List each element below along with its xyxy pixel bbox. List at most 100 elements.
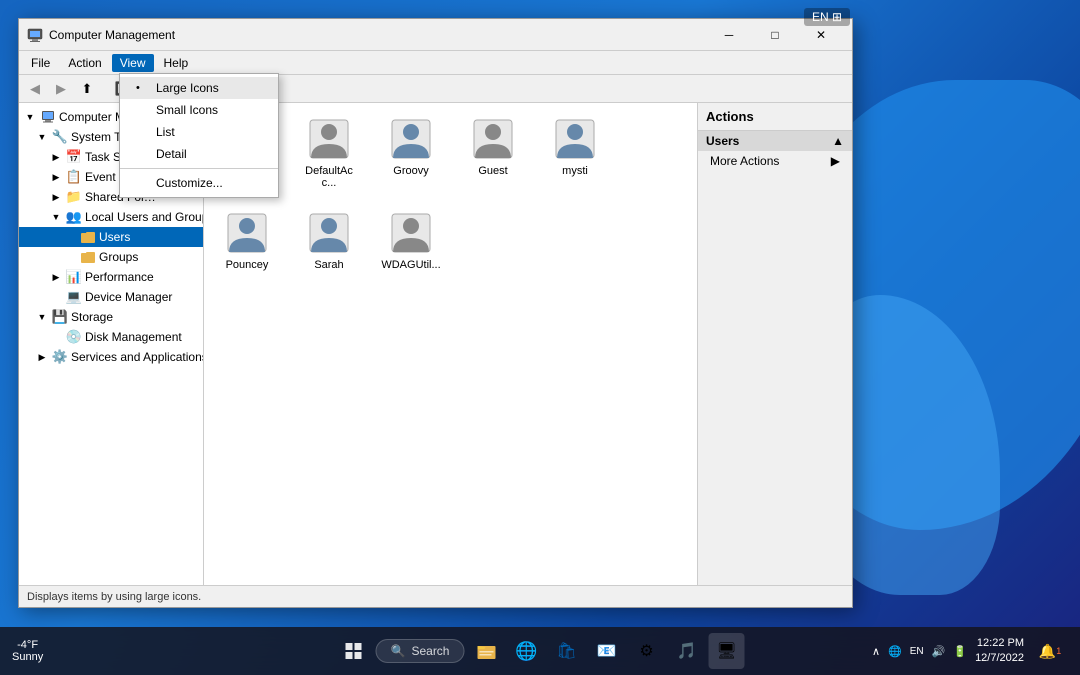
sidebar-label-performance: Performance: [85, 270, 154, 284]
view-list[interactable]: List: [120, 121, 278, 143]
sidebar-label-users: Users: [99, 230, 130, 244]
shared-folders-icon: 📁: [66, 189, 82, 205]
disk-management-icon: 💿: [66, 329, 82, 345]
user-label-default-account: DefaultAcc...: [298, 165, 360, 189]
task-scheduler-icon: 📅: [66, 149, 82, 165]
user-item-wdag[interactable]: WDAGUtil...: [376, 205, 446, 275]
user-icon-groovy: [387, 115, 435, 163]
window-title: Computer Management: [49, 28, 706, 42]
system-tools-icon: 🔧: [52, 129, 68, 145]
tray-volume-icon[interactable]: 🔊: [932, 645, 946, 658]
notification-button[interactable]: 🔔1: [1032, 633, 1068, 669]
sidebar-item-groups[interactable]: Groups: [19, 247, 203, 267]
view-dropdown: • Large Icons Small Icons List Detail Cu…: [119, 73, 279, 198]
taskbar-app-active[interactable]: 🖥: [708, 633, 744, 669]
user-item-guest[interactable]: Guest: [458, 111, 528, 193]
weather-desc: Sunny: [12, 651, 43, 663]
search-label: Search: [411, 644, 449, 658]
user-icon-default-account: [305, 115, 353, 163]
actions-panel: Actions Users ▲ More Actions ▶: [697, 103, 852, 585]
groups-folder-icon: [80, 249, 96, 265]
taskbar-center: 🔍 Search 🌐 🛍 📧 ⚙ 🎵 🖥: [336, 633, 745, 669]
user-item-sarah[interactable]: Sarah: [294, 205, 364, 275]
actions-more-actions[interactable]: More Actions ▶: [698, 151, 852, 171]
sidebar-label-groups: Groups: [99, 250, 138, 264]
window-icon: [27, 27, 43, 43]
sidebar-label-storage: Storage: [71, 310, 113, 324]
tray-keyboard-icon: EN: [910, 646, 924, 657]
taskbar-left: -4°F Sunny: [12, 639, 51, 663]
up-button[interactable]: ⬆: [75, 78, 99, 100]
sidebar-item-services-applications[interactable]: ▶ ⚙️ Services and Applications: [19, 347, 203, 367]
minimize-button[interactable]: ─: [706, 19, 752, 51]
system-clock[interactable]: 12:22 PM 12/7/2022: [975, 636, 1024, 667]
tray-expand[interactable]: ∧: [872, 645, 880, 658]
sidebar-label-disk-management: Disk Management: [85, 330, 182, 344]
sidebar-item-performance[interactable]: ▶ 📊 Performance: [19, 267, 203, 287]
clock-date: 12/7/2022: [975, 651, 1024, 666]
taskbar-spotify[interactable]: 🎵: [668, 633, 704, 669]
user-icon-mysti: [551, 115, 599, 163]
performance-icon: 📊: [66, 269, 82, 285]
taskbar-search[interactable]: 🔍 Search: [376, 639, 465, 663]
taskbar: -4°F Sunny 🔍 Search: [0, 627, 1080, 675]
status-bar: Displays items by using large icons.: [19, 585, 852, 607]
sidebar-item-device-manager[interactable]: 💻 Device Manager: [19, 287, 203, 307]
menu-view[interactable]: View: [112, 54, 154, 72]
taskbar-right: ∧ 🌐 EN 🔊 🔋 12:22 PM 12/7/2022 🔔1: [872, 633, 1068, 669]
device-manager-icon: 💻: [66, 289, 82, 305]
menu-bar: File Action View Help: [19, 51, 852, 75]
user-item-groovy[interactable]: Groovy: [376, 111, 446, 193]
user-label-sarah: Sarah: [314, 259, 343, 271]
view-small-icons[interactable]: Small Icons: [120, 99, 278, 121]
sidebar-label-local-users: Local Users and Groups: [85, 210, 204, 224]
local-users-icon: 👥: [66, 209, 82, 225]
weather-widget: -4°F Sunny: [12, 639, 43, 663]
user-item-mysti[interactable]: mysti: [540, 111, 610, 193]
view-detail[interactable]: Detail: [120, 143, 278, 165]
actions-section-users[interactable]: Users ▲: [698, 131, 852, 151]
sidebar-item-storage[interactable]: ▼ 💾 Storage: [19, 307, 203, 327]
search-icon: 🔍: [391, 644, 406, 658]
computer-management-window: Computer Management ─ □ ✕ File Action Vi…: [18, 18, 853, 608]
system-tray: ∧ 🌐 EN 🔊 🔋: [872, 645, 967, 658]
user-label-guest: Guest: [478, 165, 507, 177]
user-icon-sarah: [305, 209, 353, 257]
user-icon-pouncey: [223, 209, 271, 257]
taskbar-mail[interactable]: 📧: [588, 633, 624, 669]
menu-action[interactable]: Action: [60, 54, 109, 72]
forward-button[interactable]: ▶: [49, 78, 73, 100]
tray-battery-icon: 🔋: [953, 645, 967, 658]
user-label-mysti: mysti: [562, 165, 588, 177]
sidebar-label-device-manager: Device Manager: [85, 290, 172, 304]
status-text: Displays items by using large icons.: [27, 591, 201, 603]
back-button[interactable]: ◀: [23, 78, 47, 100]
taskbar-file-explorer[interactable]: [468, 633, 504, 669]
actions-header: Actions: [698, 103, 852, 131]
taskbar-store[interactable]: 🛍: [548, 633, 584, 669]
start-button[interactable]: [336, 633, 372, 669]
users-folder-icon: [80, 229, 96, 245]
sidebar-item-local-users-groups[interactable]: ▼ 👥 Local Users and Groups: [19, 207, 203, 227]
taskbar-edge[interactable]: 🌐: [508, 633, 544, 669]
event-viewer-icon: 📋: [66, 169, 82, 185]
user-label-groovy: Groovy: [393, 165, 428, 177]
menu-file[interactable]: File: [23, 54, 58, 72]
user-label-wdag: WDAGUtil...: [381, 259, 440, 271]
dropdown-separator: [120, 168, 278, 169]
user-item-pouncey[interactable]: Pouncey: [212, 205, 282, 275]
menu-help[interactable]: Help: [156, 54, 197, 72]
user-item-default-account[interactable]: DefaultAcc...: [294, 111, 364, 193]
sidebar-item-users[interactable]: Users: [19, 227, 203, 247]
user-icon-wdag: [387, 209, 435, 257]
notification-count: 1: [1056, 646, 1061, 656]
taskbar-settings[interactable]: ⚙: [628, 633, 664, 669]
view-customize[interactable]: Customize...: [120, 172, 278, 194]
view-large-icons[interactable]: • Large Icons: [120, 77, 278, 99]
weather-temp: -4°F: [12, 639, 43, 651]
user-icon-guest: [469, 115, 517, 163]
tray-network-icon: 🌐: [888, 645, 902, 658]
maximize-button[interactable]: □: [752, 19, 798, 51]
title-bar: Computer Management ─ □ ✕: [19, 19, 852, 51]
sidebar-item-disk-management[interactable]: 💿 Disk Management: [19, 327, 203, 347]
